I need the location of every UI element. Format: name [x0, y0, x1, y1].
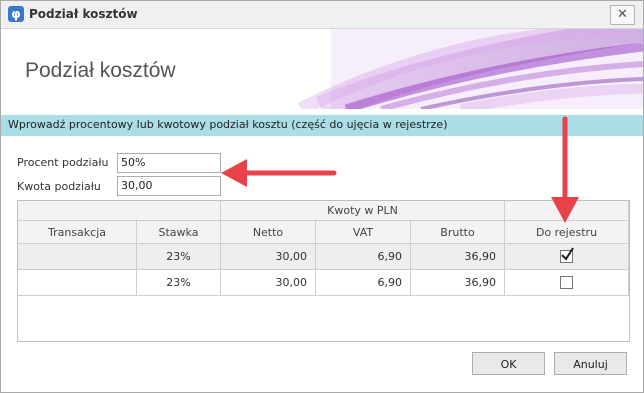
window-title: Podział kosztów — [29, 7, 138, 21]
info-text: Wprowadź procentowy lub kwotowy podział … — [8, 118, 448, 131]
col-header-transakcja[interactable]: Transakcja — [18, 221, 137, 244]
header-blank-left — [18, 201, 221, 221]
table-cell-brutto[interactable]: 36,90 — [411, 270, 505, 296]
register-checkbox-row2[interactable] — [560, 275, 573, 289]
table-cell-vat[interactable]: 6,90 — [316, 244, 411, 270]
table-cell-transakcja[interactable] — [18, 270, 137, 296]
table-cell-vat[interactable]: 6,90 — [316, 270, 411, 296]
title-bar: φ Podział kosztów ✕ — [1, 1, 643, 29]
register-checkbox-row1[interactable] — [560, 246, 574, 263]
arrow-to-percent-field — [221, 159, 337, 187]
ok-button[interactable]: OK — [472, 352, 545, 375]
table-cell-netto[interactable]: 30,00 — [221, 270, 316, 296]
group-header: Kwoty w PLN — [221, 201, 505, 221]
table-cell-stawka[interactable]: 23% — [137, 244, 221, 270]
table-cell-do-rejestru — [505, 270, 629, 296]
col-header-netto[interactable]: Netto — [221, 221, 316, 244]
dialog-window: φ Podział kosztów ✕ Podział kosztów Wpro… — [0, 0, 644, 393]
cancel-button[interactable]: Anuluj — [554, 352, 627, 375]
split-table: Kwoty w PLN Transakcja Stawka Netto VAT … — [17, 200, 630, 342]
checkmark-icon — [561, 246, 574, 261]
header-blank-right — [505, 201, 629, 221]
col-header-do-rejestru[interactable]: Do rejestru — [505, 221, 629, 244]
table-cell-do-rejestru — [505, 244, 629, 270]
table-cell-transakcja[interactable] — [18, 244, 137, 270]
col-header-vat[interactable]: VAT — [316, 221, 411, 244]
app-logo-icon: φ — [8, 6, 24, 22]
close-button[interactable]: ✕ — [610, 5, 635, 25]
table-cell-brutto[interactable]: 36,90 — [411, 244, 505, 270]
page-title: Podział kosztów — [25, 59, 176, 82]
percent-input[interactable] — [117, 153, 221, 173]
table-cell-stawka[interactable]: 23% — [137, 270, 221, 296]
info-bar: Wprowadź procentowy lub kwotowy podział … — [1, 115, 643, 136]
col-header-brutto[interactable]: Brutto — [411, 221, 505, 244]
amount-label: Kwota podziału — [17, 180, 101, 193]
amount-input[interactable] — [117, 176, 221, 196]
close-icon: ✕ — [617, 7, 628, 22]
header-banner: Podział kosztów — [1, 29, 643, 109]
col-header-stawka[interactable]: Stawka — [137, 221, 221, 244]
table-cell-netto[interactable]: 30,00 — [221, 244, 316, 270]
percent-label: Procent podziału — [17, 156, 109, 169]
